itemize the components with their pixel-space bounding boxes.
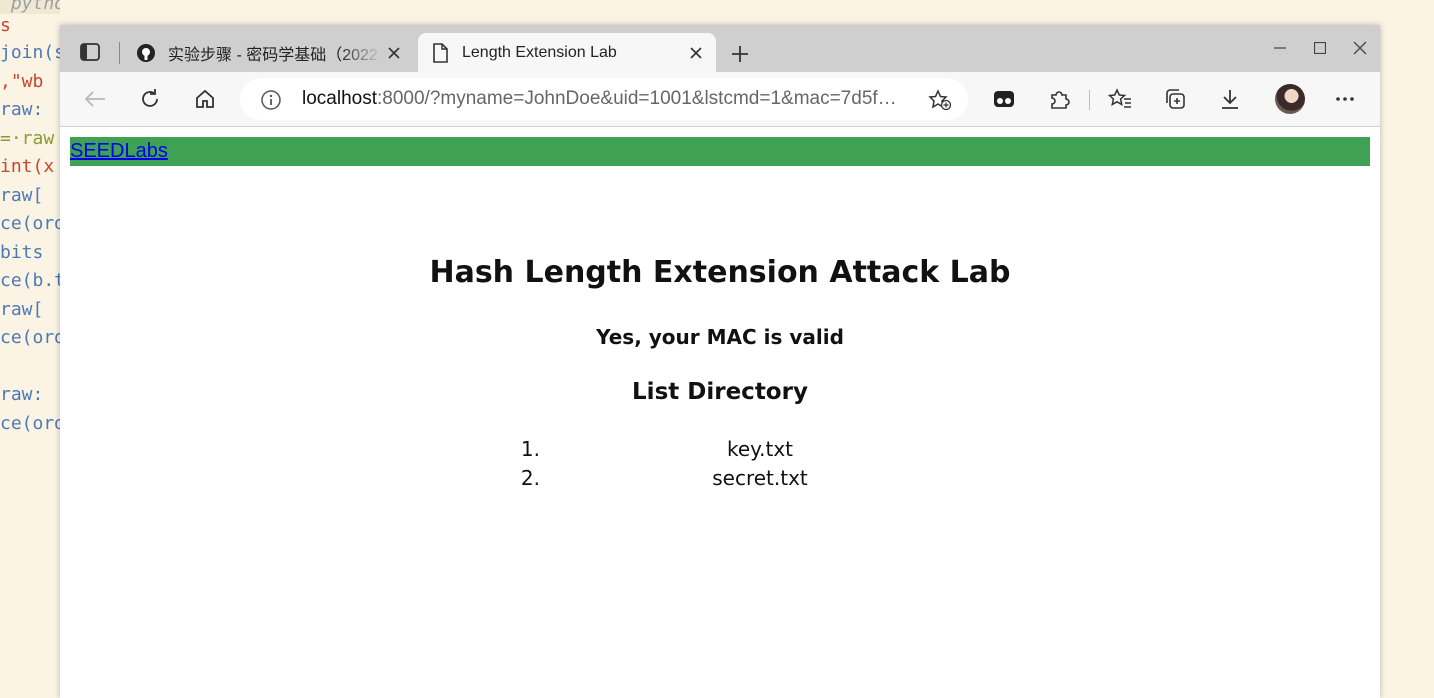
url-host: localhost [302, 88, 377, 109]
list-item: 2. secret.txt [510, 464, 980, 493]
web-page: SEEDLabs Hash Length Extension Attack La… [60, 127, 1380, 698]
tab-title: 实验步骤 - 密码学基础（2022 [168, 46, 378, 64]
collections-icon [1166, 89, 1185, 109]
downloads-button[interactable] [1212, 82, 1248, 116]
home-button[interactable] [187, 82, 223, 116]
address-bar[interactable]: localhost:8000/?myname=JohnDoe&uid=1001&… [240, 78, 968, 120]
close-icon [1353, 41, 1367, 55]
code-line: ce(b.t [0, 270, 60, 291]
browser-toolbar: localhost:8000/?myname=JohnDoe&uid=1001&… [60, 72, 1380, 127]
downloads-icon [1222, 90, 1238, 109]
close-window-button[interactable] [1340, 35, 1380, 61]
code-line: raw: [0, 99, 44, 120]
url-text[interactable]: localhost:8000/?myname=JohnDoe&uid=1001&… [302, 78, 917, 120]
extensions-button[interactable] [1041, 82, 1077, 116]
add-favorite-button[interactable] [926, 87, 954, 113]
back-icon [84, 91, 105, 107]
more-button[interactable] [1327, 82, 1363, 116]
code-line: s [0, 15, 11, 36]
code-line: bits [0, 242, 44, 263]
code-line: raw: [0, 384, 44, 405]
tab-strip: 实验步骤 - 密码学基础（2022 Length Extension Lab [60, 25, 1380, 72]
home-icon [196, 89, 214, 108]
github-icon [136, 43, 156, 63]
code-line: pytho [0, 0, 60, 14]
code-line: int(x [0, 156, 55, 177]
page-icon [430, 42, 450, 63]
tab-length-extension-lab[interactable]: Length Extension Lab [418, 33, 716, 72]
collections-button[interactable] [1157, 82, 1193, 116]
mac-status-message: Yes, your MAC is valid [596, 325, 844, 349]
list-item-number: 2. [520, 466, 540, 490]
refresh-icon [142, 89, 158, 107]
code-line: raw[ [0, 185, 44, 206]
site-info-icon[interactable] [260, 89, 282, 111]
tab-actions-icon [80, 43, 100, 61]
code-line: raw[ [0, 299, 44, 320]
code-line: =·raw [0, 128, 55, 149]
tab-experiment-steps[interactable]: 实验步骤 - 密码学基础（2022 [124, 33, 414, 72]
avatar[interactable] [1275, 84, 1305, 114]
list-directory-heading: List Directory [632, 379, 808, 405]
code-line: ,"wb [0, 71, 44, 92]
code-line: ce(ord [0, 413, 60, 434]
favorites-button[interactable] [1102, 82, 1138, 116]
back-button[interactable] [77, 82, 113, 116]
browser-window: 实验步骤 - 密码学基础（2022 Length Extension Lab l… [60, 25, 1380, 698]
tab-actions-button[interactable] [70, 36, 110, 68]
code-line: ce(ord [0, 213, 60, 234]
close-tab-icon[interactable] [382, 41, 406, 65]
minimize-button[interactable] [1260, 35, 1300, 61]
code-line: join(s [0, 42, 60, 63]
seedlabs-link[interactable]: SEEDLabs [70, 138, 168, 164]
more-icon [1336, 97, 1354, 101]
reading-icon [994, 91, 1014, 107]
minimize-icon [1274, 47, 1286, 49]
new-tab-button[interactable] [726, 40, 754, 68]
url-path: :8000/?myname=JohnDoe&uid=1001&lstcmd=1&… [377, 88, 897, 109]
code-line: ce(ord [0, 327, 60, 348]
background-code-editor: pytho s join(s ,"wb raw: =·raw int(x raw… [0, 0, 60, 698]
page-title: Hash Length Extension Attack Lab [429, 255, 1011, 290]
list-item: 1. key.txt [510, 435, 980, 464]
nav-bar: SEEDLabs [70, 137, 1370, 166]
refresh-button[interactable] [132, 82, 168, 116]
add-favorite-icon [928, 89, 952, 111]
list-item-number: 1. [520, 437, 540, 461]
maximize-icon [1314, 42, 1326, 54]
reading-mode-button[interactable] [986, 82, 1022, 116]
maximize-button[interactable] [1300, 35, 1340, 61]
extensions-icon [1051, 91, 1070, 109]
plus-icon [732, 46, 748, 62]
close-tab-icon[interactable] [684, 41, 708, 65]
file-list: 1. key.txt 2. secret.txt [510, 435, 980, 493]
tab-divider [119, 42, 120, 64]
favorites-icon [1108, 88, 1131, 108]
tab-title: Length Extension Lab [462, 43, 617, 61]
file-name: key.txt [726, 437, 794, 461]
file-name: secret.txt [712, 466, 808, 490]
toolbar-divider [1089, 90, 1090, 110]
